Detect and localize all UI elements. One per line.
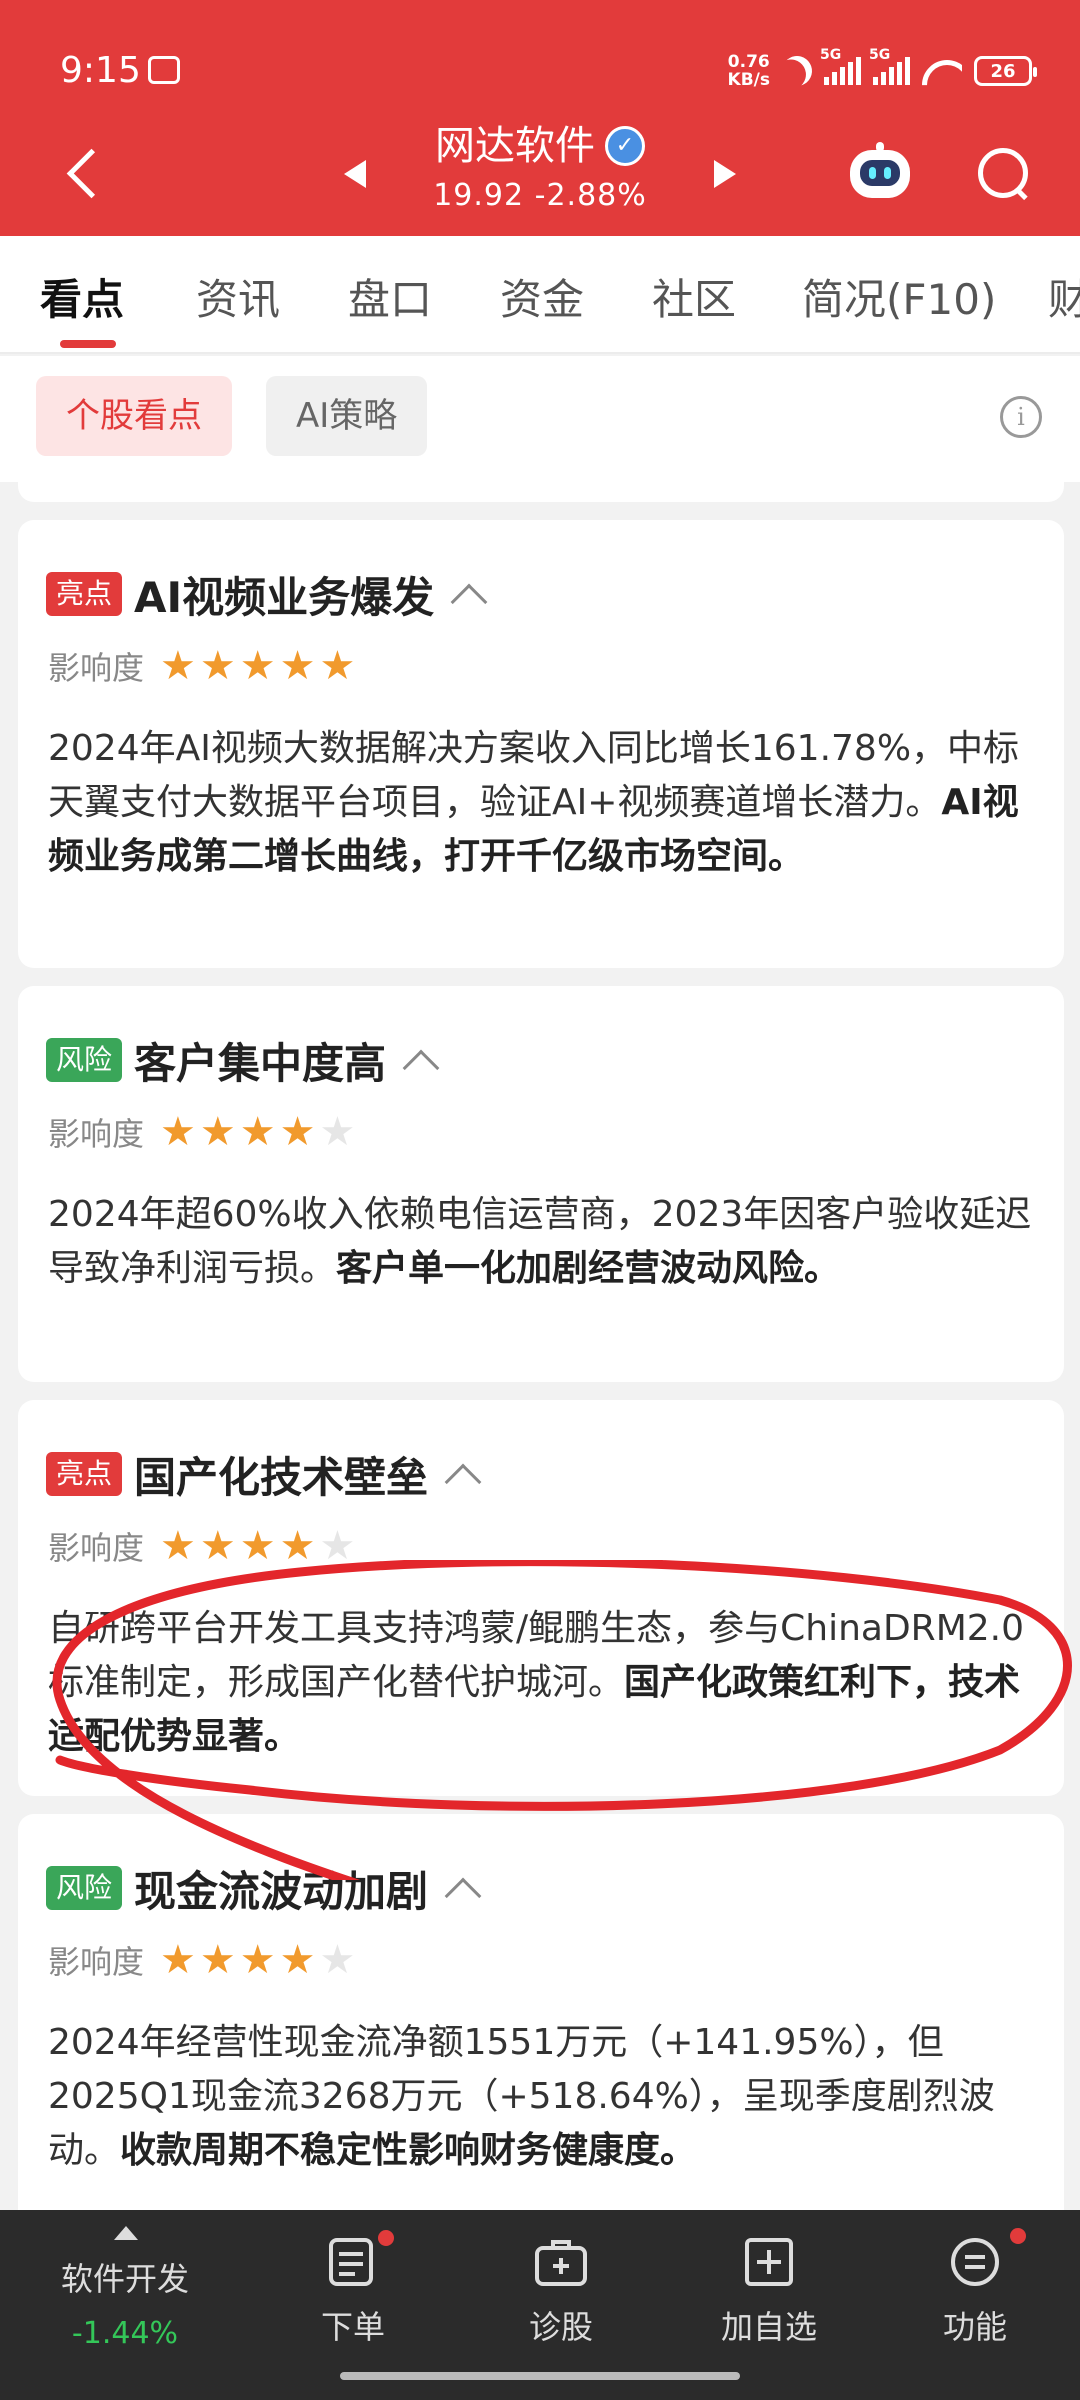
tab-capital[interactable]: 资金 bbox=[500, 266, 584, 327]
functions-button[interactable]: 功能 bbox=[890, 2210, 1060, 2400]
star-icon: ★ bbox=[319, 1109, 356, 1155]
star-icon: ★ bbox=[199, 1523, 236, 1569]
stock-name: 网达软件 bbox=[435, 123, 595, 169]
tab-highlights[interactable]: 看点 bbox=[40, 266, 124, 327]
stock-change: -2.88% bbox=[534, 178, 647, 213]
sector-name: 软件开发 bbox=[60, 2260, 189, 2298]
diagnose-icon bbox=[535, 2240, 587, 2286]
tab-finance[interactable]: 财 bbox=[1048, 266, 1080, 327]
impact-rating: 影响度 ★ ★ ★ ★ ★ bbox=[48, 643, 356, 689]
card-title: AI视频业务爆发 bbox=[134, 572, 435, 622]
verified-icon: ✓ bbox=[605, 126, 645, 166]
star-icon: ★ bbox=[160, 1109, 196, 1155]
star-icon: ★ bbox=[199, 643, 236, 689]
stock-title: 网达软件 ✓ 19.92 -2.88% bbox=[390, 118, 690, 218]
card-title: 客户集中度高 bbox=[134, 1038, 387, 1088]
stock-detail-tabs: 看点 资讯 盘口 资金 社区 简况(F10) 财 bbox=[0, 236, 1080, 354]
next-stock-button[interactable] bbox=[704, 154, 744, 194]
stock-nav: 网达软件 ✓ 19.92 -2.88% bbox=[0, 118, 1080, 236]
star-icon: ★ bbox=[160, 1937, 196, 1983]
chip-stock-highlights[interactable]: 个股看点 bbox=[36, 376, 232, 456]
tab-news[interactable]: 资讯 bbox=[196, 266, 280, 327]
star-icon: ★ bbox=[239, 643, 276, 689]
order-icon bbox=[329, 2238, 373, 2286]
cell-signal-icon: 5G bbox=[869, 47, 910, 85]
card-title: 国产化技术壁垒 bbox=[134, 1452, 429, 1502]
app-header: 9:15 0.76 KB/s 5G 5G 26 网达软件 ✓ 19.92 -2.… bbox=[0, 0, 1080, 236]
cell-signal-icon: 5G bbox=[820, 47, 861, 85]
status-time: 9:15 bbox=[60, 50, 141, 91]
battery-icon: 26 bbox=[974, 56, 1037, 86]
highlight-subtabs: 个股看点 AI策略 i bbox=[0, 356, 1080, 482]
card-body: 2024年超60%收入依赖电信运营商，2023年因客户验收延迟导致净利润亏损。客… bbox=[48, 1194, 1032, 1289]
notification-dot bbox=[1010, 2228, 1026, 2244]
star-icon: ★ bbox=[279, 643, 316, 689]
risk-card[interactable]: 风险 客户集中度高 影响度 ★ ★ ★ ★ ★ 2024年超60%收入依赖电信运营商，2… bbox=[18, 986, 1064, 1382]
impact-rating: 影响度 ★ ★ ★ ★ ★ bbox=[48, 1937, 356, 1983]
card-body: 自研跨平台开发工具支持鸿蒙/鲲鹏生态，参与ChinaDRM2.0标准制定，形成国… bbox=[48, 1608, 1025, 1757]
info-icon[interactable]: i bbox=[1000, 396, 1042, 438]
active-tab-indicator bbox=[60, 340, 116, 348]
chevron-up-icon[interactable] bbox=[444, 1463, 482, 1501]
highlight-card[interactable]: 亮点 国产化技术壁垒 影响度 ★ ★ ★ ★ ★ 自研跨平台开发工具支持鸿蒙/鲲鹏生态，… bbox=[18, 1400, 1064, 1796]
risk-tag: 风险 bbox=[46, 1038, 123, 1082]
notification-dot bbox=[378, 2230, 394, 2246]
star-icon: ★ bbox=[239, 1523, 276, 1569]
previous-card-edge bbox=[18, 482, 1064, 502]
chevron-up-icon[interactable] bbox=[450, 583, 488, 621]
chevron-up-icon[interactable] bbox=[444, 1877, 482, 1915]
impact-rating: 影响度 ★ ★ ★ ★ ★ bbox=[48, 1109, 356, 1155]
card-body: 2024年经营性现金流净额1551万元（+141.95%），但2025Q1现金流… bbox=[48, 2022, 995, 2171]
highlight-tag: 亮点 bbox=[46, 572, 123, 616]
star-icon: ★ bbox=[199, 1109, 236, 1155]
previous-stock-button[interactable] bbox=[336, 154, 376, 194]
chevron-up-icon[interactable] bbox=[402, 1049, 440, 1087]
star-icon: ★ bbox=[160, 643, 196, 689]
highlights-list: 亮点 AI视频业务爆发 影响度 ★ ★ ★ ★ ★ 2024年AI视频大数据解决方案收入… bbox=[0, 482, 1080, 2210]
status-bar: 9:15 0.76 KB/s 5G 5G 26 bbox=[0, 0, 1080, 120]
star-icon: ★ bbox=[279, 1109, 316, 1155]
card-title: 现金流波动加剧 bbox=[134, 1866, 429, 1916]
chip-ai-strategy[interactable]: AI策略 bbox=[266, 376, 428, 456]
tab-community[interactable]: 社区 bbox=[652, 266, 736, 327]
tab-order-book[interactable]: 盘口 bbox=[348, 266, 432, 327]
risk-card[interactable]: 风险 现金流波动加剧 影响度 ★ ★ ★ ★ ★ 2024年经营性现金流净额1551万元… bbox=[18, 1814, 1064, 2210]
card-body: 2024年AI视频大数据解决方案收入同比增长161.78%，中标天翼支付大数据平… bbox=[48, 728, 1020, 877]
star-icon: ★ bbox=[160, 1523, 196, 1569]
back-button[interactable] bbox=[60, 144, 120, 204]
impact-rating: 影响度 ★ ★ ★ ★ ★ bbox=[48, 1523, 356, 1569]
highlight-card[interactable]: 亮点 AI视频业务爆发 影响度 ★ ★ ★ ★ ★ 2024年AI视频大数据解决方案收入… bbox=[18, 520, 1064, 968]
search-icon[interactable] bbox=[976, 146, 1032, 202]
network-speed: 0.76 KB/s bbox=[727, 52, 770, 90]
risk-tag: 风险 bbox=[46, 1866, 123, 1910]
star-icon: ★ bbox=[239, 1937, 276, 1983]
highlight-tag: 亮点 bbox=[46, 1452, 123, 1496]
sector-summary[interactable]: 软件开发 -1.44% bbox=[40, 2210, 210, 2400]
star-icon: ★ bbox=[199, 1937, 236, 1983]
stock-quote: 19.92 -2.88% bbox=[390, 174, 690, 218]
do-not-disturb-icon bbox=[777, 51, 818, 92]
status-indicators: 0.76 KB/s 5G 5G 26 bbox=[727, 47, 1037, 92]
star-icon: ★ bbox=[319, 1937, 356, 1983]
sector-change: -1.44% bbox=[71, 2316, 179, 2351]
star-icon: ★ bbox=[239, 1109, 276, 1155]
tab-f10[interactable]: 简况(F10) bbox=[802, 266, 996, 327]
notification-app-icon bbox=[148, 56, 180, 84]
menu-icon bbox=[951, 2238, 999, 2286]
star-icon: ★ bbox=[279, 1937, 316, 1983]
star-icon: ★ bbox=[279, 1523, 316, 1569]
ai-assistant-robot-icon[interactable] bbox=[848, 142, 912, 202]
home-indicator[interactable] bbox=[340, 2372, 740, 2380]
expand-up-icon bbox=[114, 2226, 138, 2240]
star-icon: ★ bbox=[319, 643, 356, 689]
wifi-icon bbox=[922, 56, 962, 86]
add-watchlist-icon bbox=[745, 2238, 793, 2286]
star-icon: ★ bbox=[319, 1523, 356, 1569]
stock-price: 19.92 bbox=[433, 178, 525, 213]
